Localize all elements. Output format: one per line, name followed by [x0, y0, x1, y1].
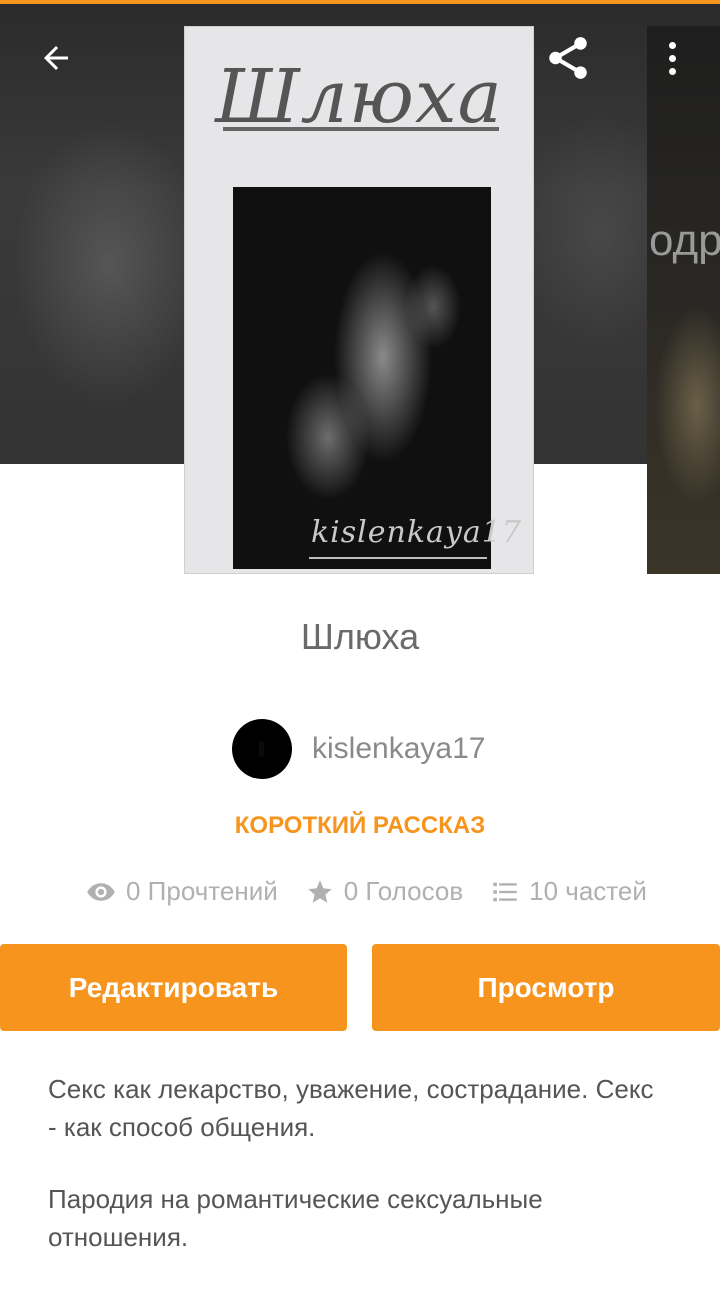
- reads-stat: 0 Прочтений: [86, 876, 278, 907]
- story-description: Секс как лекарство, уважение, сострадани…: [48, 1070, 668, 1290]
- edit-button[interactable]: Редактировать: [0, 944, 347, 1031]
- story-stats: 0 Прочтений 0 Голосов 10 частей: [86, 876, 647, 907]
- votes-stat: 0 Голосов: [306, 876, 463, 907]
- parts-count[interactable]: 10 частей: [529, 876, 647, 907]
- arrow-left-icon: [44, 46, 68, 70]
- star-icon: [308, 879, 332, 903]
- cover-signature: kislenkaya17: [311, 515, 522, 550]
- list-icon: [493, 882, 517, 901]
- description-paragraph-2: Пародия на романтические сексуальные отн…: [48, 1184, 543, 1252]
- avatar[interactable]: [232, 719, 292, 779]
- cover-photo: [233, 187, 491, 569]
- author-name[interactable]: kislenkaya17: [312, 732, 485, 766]
- more-options-button[interactable]: [650, 28, 694, 88]
- author-row[interactable]: kislenkaya17: [232, 718, 485, 780]
- eye-icon: [87, 882, 115, 901]
- back-button[interactable]: [26, 30, 86, 86]
- votes-count: 0 Голосов: [343, 876, 464, 906]
- story-title: Шлюха: [300, 616, 420, 657]
- cover-title: Шлюха: [215, 54, 503, 140]
- share-icon: [549, 37, 587, 79]
- view-button[interactable]: Просмотр: [372, 944, 720, 1031]
- story-cover[interactable]: Шлюха kislenkaya17: [184, 26, 534, 574]
- cover-signature-underline: [309, 557, 487, 559]
- cover-title-underline: [223, 127, 499, 131]
- share-button[interactable]: [536, 28, 600, 88]
- next-cover-text: одро: [649, 216, 720, 265]
- reads-count: 0 Прочтений: [126, 876, 278, 906]
- more-vertical-icon: [668, 41, 676, 75]
- description-paragraph-1: Секс как лекарство, уважение, сострадани…: [48, 1074, 654, 1142]
- next-story-cover[interactable]: одро: [647, 26, 720, 574]
- parts-stat[interactable]: 10 частей: [491, 876, 647, 907]
- category-label[interactable]: КОРОТКИЙ РАССКАЗ: [0, 812, 720, 840]
